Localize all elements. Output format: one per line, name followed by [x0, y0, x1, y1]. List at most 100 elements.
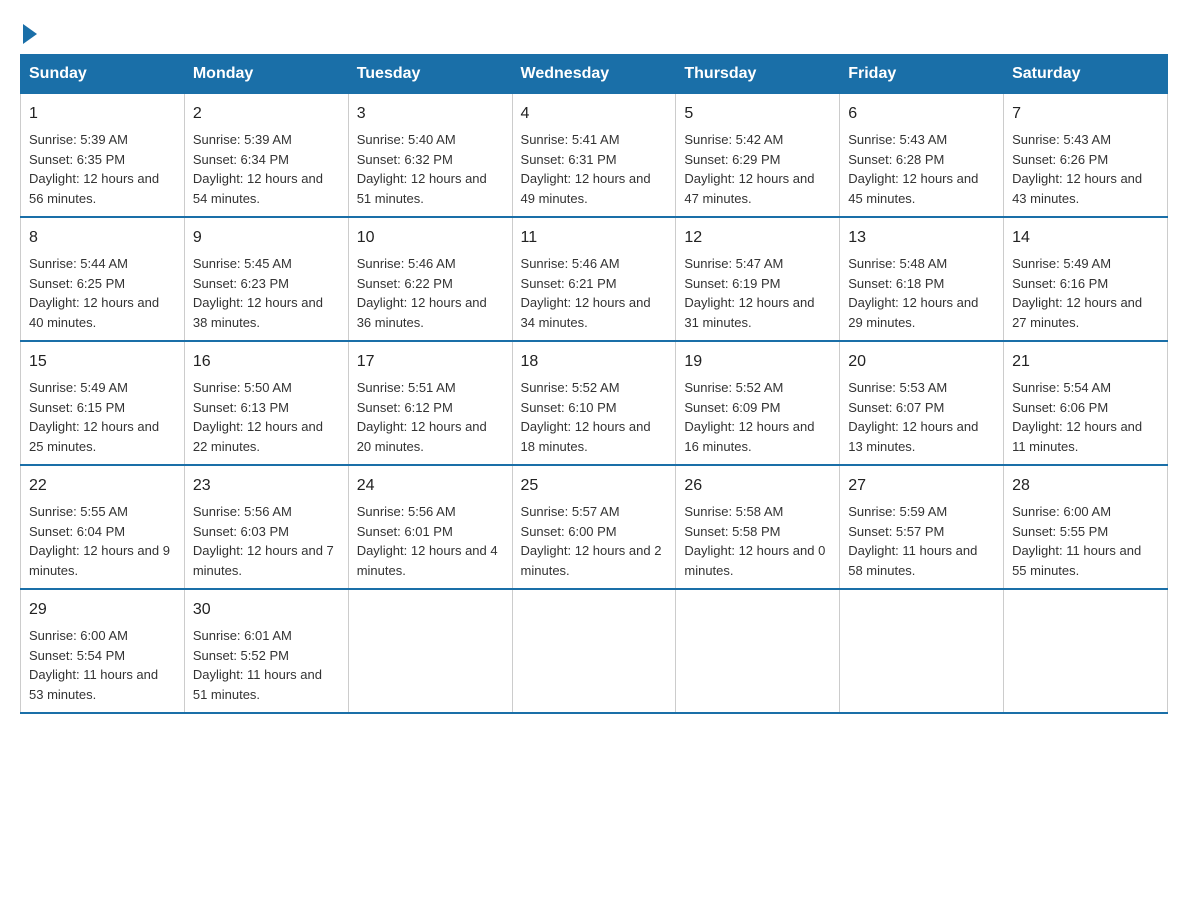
calendar-day-cell: 25 Sunrise: 5:57 AMSunset: 6:00 PMDayligh… [512, 465, 676, 589]
day-info: Sunrise: 5:46 AMSunset: 6:22 PMDaylight:… [357, 254, 504, 332]
day-number: 29 [29, 598, 176, 622]
calendar-day-cell: 27 Sunrise: 5:59 AMSunset: 5:57 PMDayligh… [840, 465, 1004, 589]
day-number: 9 [193, 226, 340, 250]
day-info: Sunrise: 6:01 AMSunset: 5:52 PMDaylight:… [193, 626, 340, 704]
day-number: 17 [357, 350, 504, 374]
calendar-day-cell: 28 Sunrise: 6:00 AMSunset: 5:55 PMDayligh… [1004, 465, 1168, 589]
day-info: Sunrise: 5:39 AMSunset: 6:34 PMDaylight:… [193, 130, 340, 208]
calendar-week-row: 8 Sunrise: 5:44 AMSunset: 6:25 PMDaylight… [21, 217, 1168, 341]
calendar-day-cell: 24 Sunrise: 5:56 AMSunset: 6:01 PMDayligh… [348, 465, 512, 589]
empty-cell [512, 589, 676, 713]
empty-cell [348, 589, 512, 713]
calendar-day-cell: 11 Sunrise: 5:46 AMSunset: 6:21 PMDayligh… [512, 217, 676, 341]
day-info: Sunrise: 5:56 AMSunset: 6:01 PMDaylight:… [357, 502, 504, 580]
day-info: Sunrise: 6:00 AMSunset: 5:54 PMDaylight:… [29, 626, 176, 704]
day-info: Sunrise: 5:49 AMSunset: 6:16 PMDaylight:… [1012, 254, 1159, 332]
calendar-day-cell: 5 Sunrise: 5:42 AMSunset: 6:29 PMDaylight… [676, 94, 840, 218]
day-number: 27 [848, 474, 995, 498]
day-number: 22 [29, 474, 176, 498]
column-header-monday: Monday [184, 55, 348, 94]
column-header-wednesday: Wednesday [512, 55, 676, 94]
day-info: Sunrise: 5:49 AMSunset: 6:15 PMDaylight:… [29, 378, 176, 456]
calendar-header-row: SundayMondayTuesdayWednesdayThursdayFrid… [21, 55, 1168, 94]
day-number: 12 [684, 226, 831, 250]
column-header-saturday: Saturday [1004, 55, 1168, 94]
column-header-sunday: Sunday [21, 55, 185, 94]
day-number: 14 [1012, 226, 1159, 250]
day-info: Sunrise: 5:43 AMSunset: 6:26 PMDaylight:… [1012, 130, 1159, 208]
day-number: 4 [521, 102, 668, 126]
calendar-day-cell: 2 Sunrise: 5:39 AMSunset: 6:34 PMDaylight… [184, 94, 348, 218]
day-number: 3 [357, 102, 504, 126]
calendar-day-cell: 6 Sunrise: 5:43 AMSunset: 6:28 PMDaylight… [840, 94, 1004, 218]
day-number: 2 [193, 102, 340, 126]
calendar-day-cell: 29 Sunrise: 6:00 AMSunset: 5:54 PMDayligh… [21, 589, 185, 713]
calendar-day-cell: 8 Sunrise: 5:44 AMSunset: 6:25 PMDaylight… [21, 217, 185, 341]
day-info: Sunrise: 5:50 AMSunset: 6:13 PMDaylight:… [193, 378, 340, 456]
day-number: 1 [29, 102, 176, 126]
day-number: 6 [848, 102, 995, 126]
calendar-day-cell: 30 Sunrise: 6:01 AMSunset: 5:52 PMDayligh… [184, 589, 348, 713]
day-number: 24 [357, 474, 504, 498]
day-number: 5 [684, 102, 831, 126]
calendar-day-cell: 26 Sunrise: 5:58 AMSunset: 5:58 PMDayligh… [676, 465, 840, 589]
logo-arrow-icon [23, 24, 37, 44]
day-number: 15 [29, 350, 176, 374]
day-info: Sunrise: 5:56 AMSunset: 6:03 PMDaylight:… [193, 502, 340, 580]
day-info: Sunrise: 5:54 AMSunset: 6:06 PMDaylight:… [1012, 378, 1159, 456]
day-number: 21 [1012, 350, 1159, 374]
calendar-day-cell: 1 Sunrise: 5:39 AMSunset: 6:35 PMDaylight… [21, 94, 185, 218]
day-number: 25 [521, 474, 668, 498]
calendar-day-cell: 7 Sunrise: 5:43 AMSunset: 6:26 PMDaylight… [1004, 94, 1168, 218]
day-number: 23 [193, 474, 340, 498]
day-info: Sunrise: 5:46 AMSunset: 6:21 PMDaylight:… [521, 254, 668, 332]
calendar-week-row: 15 Sunrise: 5:49 AMSunset: 6:15 PMDayligh… [21, 341, 1168, 465]
day-info: Sunrise: 5:39 AMSunset: 6:35 PMDaylight:… [29, 130, 176, 208]
calendar-day-cell: 17 Sunrise: 5:51 AMSunset: 6:12 PMDayligh… [348, 341, 512, 465]
calendar-day-cell: 13 Sunrise: 5:48 AMSunset: 6:18 PMDayligh… [840, 217, 1004, 341]
day-info: Sunrise: 5:44 AMSunset: 6:25 PMDaylight:… [29, 254, 176, 332]
calendar-day-cell: 3Sunrise: 5:40 AMSunset: 6:32 PMDaylight… [348, 94, 512, 218]
day-info: Sunrise: 5:57 AMSunset: 6:00 PMDaylight:… [521, 502, 668, 580]
day-info: Sunrise: 5:48 AMSunset: 6:18 PMDaylight:… [848, 254, 995, 332]
day-info: Sunrise: 5:59 AMSunset: 5:57 PMDaylight:… [848, 502, 995, 580]
calendar-day-cell: 18 Sunrise: 5:52 AMSunset: 6:10 PMDayligh… [512, 341, 676, 465]
day-number: 26 [684, 474, 831, 498]
calendar-day-cell: 20Sunrise: 5:53 AMSunset: 6:07 PMDayligh… [840, 341, 1004, 465]
day-info: Sunrise: 5:55 AMSunset: 6:04 PMDaylight:… [29, 502, 176, 580]
logo [20, 20, 37, 44]
column-header-tuesday: Tuesday [348, 55, 512, 94]
calendar-week-row: 22 Sunrise: 5:55 AMSunset: 6:04 PMDayligh… [21, 465, 1168, 589]
calendar-day-cell: 16Sunrise: 5:50 AMSunset: 6:13 PMDayligh… [184, 341, 348, 465]
calendar-day-cell: 15 Sunrise: 5:49 AMSunset: 6:15 PMDayligh… [21, 341, 185, 465]
empty-cell [1004, 589, 1168, 713]
day-info: Sunrise: 5:41 AMSunset: 6:31 PMDaylight:… [521, 130, 668, 208]
day-info: Sunrise: 6:00 AMSunset: 5:55 PMDaylight:… [1012, 502, 1159, 580]
day-number: 11 [521, 226, 668, 250]
calendar-day-cell: 4 Sunrise: 5:41 AMSunset: 6:31 PMDaylight… [512, 94, 676, 218]
calendar-day-cell: 9Sunrise: 5:45 AMSunset: 6:23 PMDaylight… [184, 217, 348, 341]
day-info: Sunrise: 5:42 AMSunset: 6:29 PMDaylight:… [684, 130, 831, 208]
day-number: 20 [848, 350, 995, 374]
calendar-day-cell: 12Sunrise: 5:47 AMSunset: 6:19 PMDayligh… [676, 217, 840, 341]
calendar-week-row: 29 Sunrise: 6:00 AMSunset: 5:54 PMDayligh… [21, 589, 1168, 713]
page-header [20, 20, 1168, 44]
day-number: 28 [1012, 474, 1159, 498]
day-number: 7 [1012, 102, 1159, 126]
day-number: 10 [357, 226, 504, 250]
calendar-day-cell: 23 Sunrise: 5:56 AMSunset: 6:03 PMDayligh… [184, 465, 348, 589]
day-info: Sunrise: 5:51 AMSunset: 6:12 PMDaylight:… [357, 378, 504, 456]
day-info: Sunrise: 5:52 AMSunset: 6:10 PMDaylight:… [521, 378, 668, 456]
calendar-day-cell: 22 Sunrise: 5:55 AMSunset: 6:04 PMDayligh… [21, 465, 185, 589]
empty-cell [676, 589, 840, 713]
calendar-table: SundayMondayTuesdayWednesdayThursdayFrid… [20, 54, 1168, 714]
day-number: 19 [684, 350, 831, 374]
empty-cell [840, 589, 1004, 713]
day-number: 13 [848, 226, 995, 250]
day-info: Sunrise: 5:43 AMSunset: 6:28 PMDaylight:… [848, 130, 995, 208]
day-number: 30 [193, 598, 340, 622]
day-info: Sunrise: 5:58 AMSunset: 5:58 PMDaylight:… [684, 502, 831, 580]
calendar-day-cell: 10 Sunrise: 5:46 AMSunset: 6:22 PMDayligh… [348, 217, 512, 341]
day-number: 8 [29, 226, 176, 250]
day-number: 18 [521, 350, 668, 374]
